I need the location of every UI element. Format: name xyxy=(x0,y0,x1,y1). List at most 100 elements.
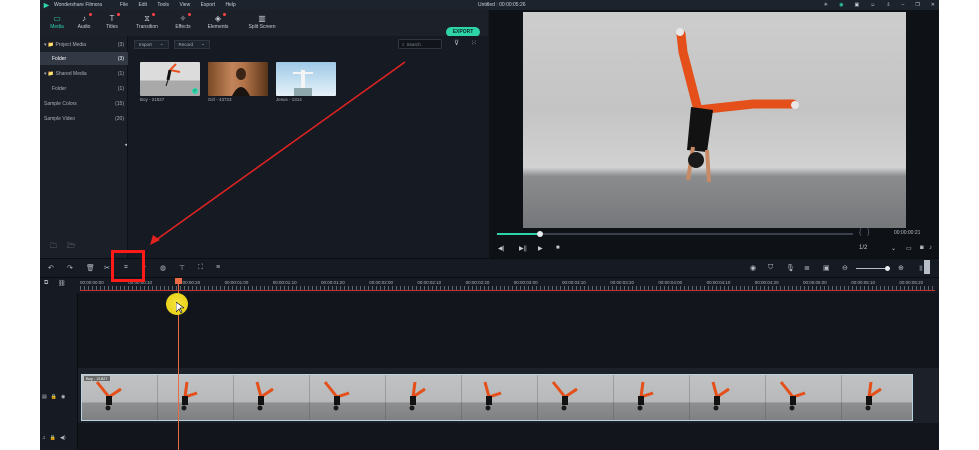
lock-icon[interactable]: 🔒 xyxy=(50,435,56,441)
collapse-sidebar-icon[interactable]: ◂ xyxy=(124,142,127,148)
scrubber-handle[interactable] xyxy=(536,231,543,237)
filmora-logo-icon xyxy=(43,2,50,8)
play-pause-icon[interactable]: ▶|| xyxy=(519,245,527,252)
audio-mixer-icon[interactable]: ≡ xyxy=(216,264,220,271)
search-input[interactable]: ⌕ Search xyxy=(398,39,442,49)
ruler-label: 00:00:02:00 xyxy=(369,280,393,285)
menu-tools[interactable]: Tools xyxy=(157,2,169,8)
menu-export[interactable]: Export xyxy=(201,2,215,8)
ruler-label: 00:00:03:20 xyxy=(610,280,634,285)
sidebar-item-sample-video[interactable]: Sample Video (20) xyxy=(40,112,128,125)
clip-frame-figure xyxy=(95,381,122,411)
headset-icon[interactable]: ◉ xyxy=(839,2,843,8)
media-thumbnail-boy[interactable]: ✓ xyxy=(140,62,200,96)
sidebar-item-label: Sample Colors xyxy=(44,100,77,107)
snapshot-icon[interactable]: ▣ xyxy=(823,264,830,272)
ruler-label: 00:00:05:20 xyxy=(899,280,924,285)
menu-view[interactable]: View xyxy=(179,2,190,8)
sidebar-item-folder[interactable]: Folder (3) xyxy=(40,52,128,65)
menu-help[interactable]: Help xyxy=(225,2,235,8)
eye-icon[interactable]: ◉ xyxy=(61,394,65,400)
video-clip[interactable]: Boy - 21827 xyxy=(81,374,913,421)
zoom-out-icon[interactable]: ⊖ xyxy=(842,264,848,272)
sidebar-item-shared-media[interactable]: ▾ 📁 Shared Media (1) xyxy=(40,67,128,80)
sidebar-item-count: (3) xyxy=(117,55,124,62)
app-name: Wondershare Filmora xyxy=(54,2,102,8)
tab-audio-label: Audio xyxy=(77,24,91,30)
preview-timecode: 00:00:00:21 xyxy=(894,230,921,236)
close-icon[interactable]: ✕ xyxy=(931,2,935,8)
bulb-icon[interactable]: ☀ xyxy=(824,2,828,8)
playback-controls: ◀| ▶|| ▶ ■ 1/2 ⌄ ▭ ◙ ♪ xyxy=(489,243,939,257)
media-thumbnail-girl[interactable] xyxy=(208,62,268,96)
menu-file[interactable]: File xyxy=(120,2,128,8)
media-thumbnail-jesus[interactable] xyxy=(276,62,336,96)
fullscreen-icon[interactable]: ⛶ xyxy=(198,264,203,272)
preview-scrubber[interactable] xyxy=(497,231,853,237)
marker-icon[interactable]: ⛉ xyxy=(768,264,773,272)
chevron-down-icon[interactable]: ⌄ xyxy=(891,245,896,252)
audio-adjust-icon[interactable]: ⊤ xyxy=(179,264,185,272)
sidebar-item-label: Sample Video xyxy=(44,115,76,122)
clip-frame-figure xyxy=(409,381,426,411)
redo-icon[interactable]: ↷ xyxy=(67,264,73,272)
tab-split-screen[interactable]: ▥ Split Screen xyxy=(242,13,282,30)
tab-transition-label: Transition xyxy=(136,24,158,30)
record-dropdown[interactable]: Record ⌄ xyxy=(173,39,210,49)
color-icon[interactable]: ◍ xyxy=(160,264,166,272)
sidebar-item-shared-folder[interactable]: Folder (1) xyxy=(40,82,128,95)
mark-in-out-icon[interactable]: { } xyxy=(859,229,870,236)
snapshot-icon[interactable]: ◙ xyxy=(920,245,924,251)
mouse-cursor-icon xyxy=(176,302,184,314)
previous-frame-icon[interactable]: ◀| xyxy=(498,245,504,252)
zoom-in-icon[interactable]: ⊕ xyxy=(898,264,904,272)
render-icon[interactable]: ◉ xyxy=(750,264,756,272)
microphone-icon[interactable]: 🎙 xyxy=(786,264,795,272)
timeline-toolbar: ↶ ↷ 🗑 ✂ ⌗ ◔ ◍ ⊤ ⛶ ≡ ◉ ⛉ 🎙 ≣ ▣ ⊖ ⊕ ▮ xyxy=(40,258,939,278)
download-icon[interactable]: ⇩ xyxy=(886,2,890,8)
mute-icon[interactable]: ◀) xyxy=(60,435,66,441)
undo-icon[interactable]: ↶ xyxy=(48,264,54,272)
clip-frame-figure xyxy=(779,381,806,411)
import-dropdown[interactable]: Import ⌄ xyxy=(134,39,169,49)
thumbnail-label: Boy - 21827 xyxy=(140,97,165,102)
gift-icon[interactable]: ▣ xyxy=(854,2,859,8)
ruler-label: 00:00:05:00 xyxy=(803,280,827,285)
add-track-icon[interactable]: ⧉ xyxy=(44,280,48,287)
audio-track-icon: ♫ xyxy=(42,435,46,441)
ruler-label: 00:00:00:00 xyxy=(80,280,104,285)
sidebar-item-sample-colors[interactable]: Sample Colors (15) xyxy=(40,97,128,110)
play-icon[interactable]: ▶ xyxy=(538,245,543,252)
restore-icon[interactable]: ❐ xyxy=(915,2,919,8)
thumbnail-label: Jesus - 1314 xyxy=(276,97,302,102)
sidebar-item-label: Folder xyxy=(52,55,67,62)
filter-icon[interactable]: ⊽ xyxy=(454,39,459,47)
volume-icon[interactable]: ♪ xyxy=(929,245,932,251)
delete-icon[interactable]: 🗑 xyxy=(86,264,95,272)
grid-view-icon[interactable]: ⁙ xyxy=(471,39,477,47)
minimize-icon[interactable]: – xyxy=(902,2,905,8)
preview-video[interactable] xyxy=(523,12,906,228)
audio-track-header: ♫ 🔒 ◀) xyxy=(42,435,66,441)
user-icon[interactable]: ☺ xyxy=(870,2,875,8)
ruler-render-line xyxy=(80,290,935,291)
tab-elements[interactable]: ◈ Elements xyxy=(201,13,235,30)
link-icon[interactable]: ⛓ xyxy=(58,280,66,287)
menu-edit[interactable]: Edit xyxy=(138,2,147,8)
sidebar-item-project-media[interactable]: ▾ 📁 Project Media (3) xyxy=(40,38,128,51)
new-folder-icon[interactable]: 🗀 xyxy=(50,242,57,253)
stop-icon[interactable]: ■ xyxy=(556,245,560,251)
tab-transition[interactable]: ⧖ Transition xyxy=(130,13,164,30)
checkmark-icon: ✓ xyxy=(192,88,198,94)
monitor-icon[interactable]: ▭ xyxy=(906,245,912,252)
tab-titles[interactable]: T Titles xyxy=(95,13,129,30)
folder-icon[interactable]: 🗁 xyxy=(67,242,76,253)
quality-selector[interactable]: 1/2 xyxy=(859,245,867,251)
cut-icon[interactable]: ✂ xyxy=(104,264,110,272)
timeline-scrollbar[interactable] xyxy=(924,260,930,274)
zoom-slider-handle[interactable] xyxy=(885,266,890,271)
panel-toggle-icon[interactable]: ▮ xyxy=(919,264,923,272)
lock-icon[interactable]: 🔒 xyxy=(51,394,57,400)
tab-effects[interactable]: ✧ Effects xyxy=(166,13,200,30)
voiceover-icon[interactable]: ≣ xyxy=(804,264,810,272)
